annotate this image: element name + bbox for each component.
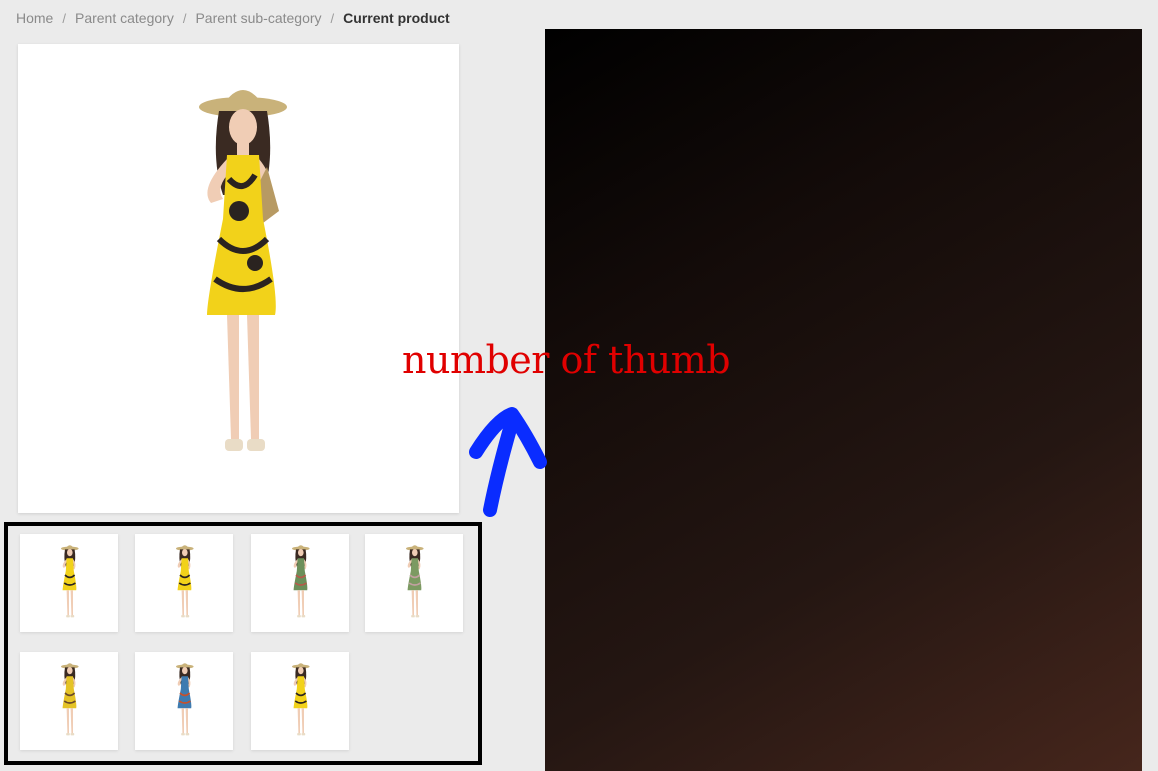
annotation-arrow-icon xyxy=(469,407,547,517)
thumbnail-photo xyxy=(176,545,194,618)
main-product-image[interactable] xyxy=(18,44,459,513)
breadcrumb-current-product: Current product xyxy=(343,10,450,26)
thumbnail-1[interactable] xyxy=(20,534,118,632)
thumbnail-5[interactable] xyxy=(20,652,118,750)
thumbnail-7[interactable] xyxy=(251,652,349,750)
thumbnail-gallery xyxy=(4,522,482,765)
thumbnail-6[interactable] xyxy=(135,652,233,750)
thumbnail-photo xyxy=(292,663,310,736)
thumbnail-photo xyxy=(406,545,424,618)
annotation-label: number of thumb xyxy=(402,338,731,382)
thumbnail-4[interactable] xyxy=(365,534,463,632)
thumbnail-photo xyxy=(176,663,194,736)
dark-content-panel xyxy=(545,29,1142,771)
thumbnail-3[interactable] xyxy=(251,534,349,632)
thumbnail-photo xyxy=(61,545,79,618)
thumbnail-photo xyxy=(292,545,310,618)
breadcrumb-home-link[interactable]: Home xyxy=(16,10,53,26)
breadcrumb-separator: / xyxy=(62,10,66,26)
thumbnail-photo xyxy=(61,663,79,736)
thumbnail-2[interactable] xyxy=(135,534,233,632)
breadcrumb: Home / Parent category / Parent sub-cate… xyxy=(16,10,450,26)
breadcrumb-separator: / xyxy=(182,10,187,26)
breadcrumb-parent-subcategory-link[interactable]: Parent sub-category xyxy=(195,10,321,26)
product-page: Home / Parent category / Parent sub-cate… xyxy=(0,0,1158,771)
breadcrumb-parent-category-link[interactable]: Parent category xyxy=(75,10,174,26)
model-photo xyxy=(198,89,287,451)
breadcrumb-separator: / xyxy=(330,10,335,26)
